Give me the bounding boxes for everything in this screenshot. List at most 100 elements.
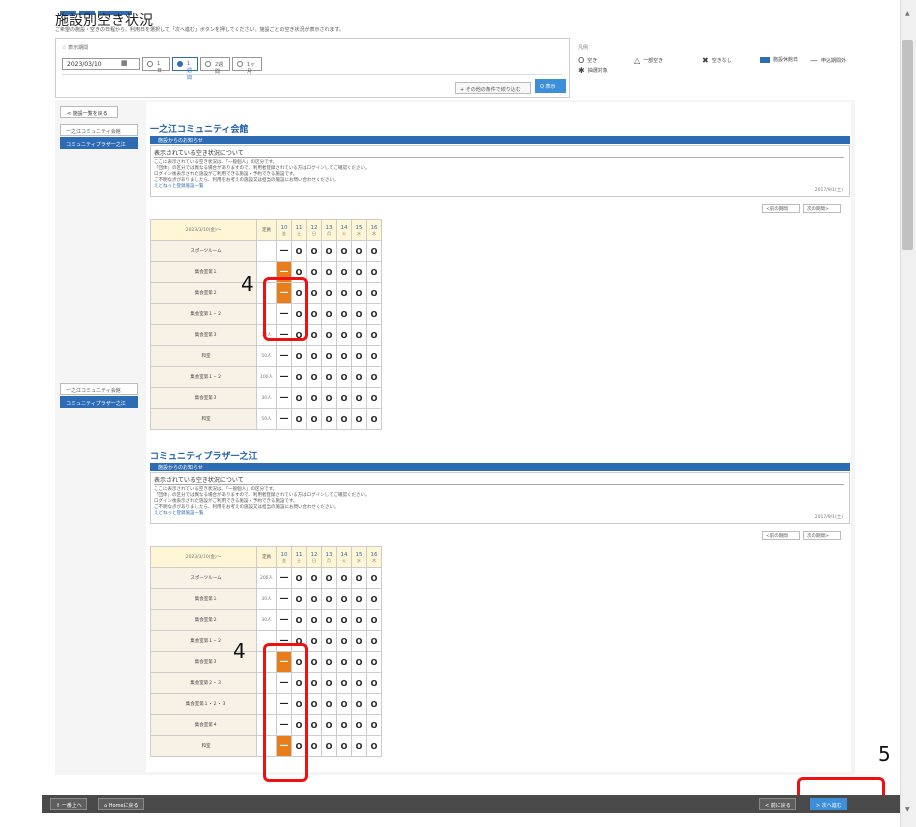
availability-cell[interactable]: O bbox=[336, 588, 352, 610]
availability-cell[interactable]: O bbox=[366, 408, 382, 430]
availability-cell[interactable]: O bbox=[321, 693, 337, 715]
prev-period-button[interactable]: <前の期間 bbox=[762, 204, 800, 213]
notice-link[interactable]: えどねっと登録施設一覧 bbox=[154, 511, 794, 517]
availability-cell[interactable]: O bbox=[351, 588, 367, 610]
availability-cell[interactable]: O bbox=[321, 609, 337, 631]
availability-cell[interactable]: — bbox=[276, 345, 292, 367]
availability-cell[interactable]: O bbox=[336, 408, 352, 430]
availability-cell[interactable]: O bbox=[306, 588, 322, 610]
availability-cell[interactable]: O bbox=[291, 345, 307, 367]
availability-cell[interactable]: O bbox=[366, 282, 382, 304]
availability-cell[interactable]: O bbox=[306, 714, 322, 736]
availability-cell[interactable]: O bbox=[306, 324, 322, 346]
availability-cell[interactable]: O bbox=[336, 345, 352, 367]
availability-cell[interactable]: O bbox=[351, 387, 367, 409]
availability-cell[interactable]: O bbox=[306, 345, 322, 367]
availability-cell[interactable]: O bbox=[321, 282, 337, 304]
availability-cell[interactable]: O bbox=[291, 408, 307, 430]
availability-cell[interactable]: — bbox=[276, 366, 292, 388]
availability-cell[interactable]: O bbox=[366, 240, 382, 262]
availability-cell[interactable]: O bbox=[351, 345, 367, 367]
filter-button[interactable]: + その他の条件で絞り込む bbox=[455, 82, 531, 94]
availability-cell[interactable]: O bbox=[366, 630, 382, 652]
availability-cell[interactable]: O bbox=[366, 651, 382, 673]
availability-cell[interactable]: O bbox=[291, 609, 307, 631]
availability-cell[interactable]: O bbox=[351, 408, 367, 430]
availability-cell[interactable]: O bbox=[306, 567, 322, 589]
availability-cell[interactable]: O bbox=[351, 693, 367, 715]
availability-cell[interactable]: O bbox=[336, 261, 352, 283]
availability-cell[interactable]: O bbox=[351, 261, 367, 283]
sidebar-item[interactable]: 一之江コミュニティ会館 bbox=[60, 124, 138, 136]
availability-cell[interactable]: O bbox=[351, 282, 367, 304]
availability-cell[interactable]: O bbox=[336, 651, 352, 673]
availability-cell[interactable]: O bbox=[291, 588, 307, 610]
availability-cell[interactable]: O bbox=[321, 588, 337, 610]
availability-cell[interactable]: O bbox=[321, 345, 337, 367]
availability-cell[interactable]: O bbox=[306, 261, 322, 283]
availability-cell[interactable]: O bbox=[366, 609, 382, 631]
availability-cell[interactable]: O bbox=[336, 303, 352, 325]
availability-cell[interactable]: O bbox=[351, 672, 367, 694]
availability-cell[interactable]: O bbox=[366, 345, 382, 367]
availability-cell[interactable]: O bbox=[351, 651, 367, 673]
availability-cell[interactable]: O bbox=[366, 735, 382, 757]
availability-cell[interactable]: O bbox=[306, 630, 322, 652]
availability-cell[interactable]: — bbox=[276, 588, 292, 610]
availability-cell[interactable]: O bbox=[321, 366, 337, 388]
availability-cell[interactable]: O bbox=[321, 651, 337, 673]
prev-button[interactable]: < 前に戻る bbox=[759, 798, 796, 810]
availability-cell[interactable]: O bbox=[306, 387, 322, 409]
availability-cell[interactable]: O bbox=[321, 240, 337, 262]
availability-cell[interactable]: O bbox=[366, 693, 382, 715]
availability-cell[interactable]: O bbox=[336, 282, 352, 304]
availability-cell[interactable]: O bbox=[321, 324, 337, 346]
availability-cell[interactable]: O bbox=[336, 735, 352, 757]
scroll-up-icon[interactable]: ▲ bbox=[905, 10, 910, 17]
availability-cell[interactable]: O bbox=[336, 240, 352, 262]
availability-cell[interactable]: O bbox=[291, 240, 307, 262]
availability-cell[interactable]: O bbox=[336, 630, 352, 652]
availability-cell[interactable]: O bbox=[321, 408, 337, 430]
scrollbar-thumb[interactable] bbox=[902, 40, 913, 250]
calendar-icon[interactable]: ▦ bbox=[121, 59, 128, 67]
availability-cell[interactable]: O bbox=[291, 567, 307, 589]
top-button[interactable]: ⇑ 一番上へ bbox=[50, 798, 87, 810]
availability-cell[interactable]: O bbox=[336, 324, 352, 346]
availability-cell[interactable]: O bbox=[336, 714, 352, 736]
availability-cell[interactable]: O bbox=[306, 651, 322, 673]
availability-cell[interactable]: O bbox=[306, 408, 322, 430]
period-option[interactable]: 2週間 bbox=[200, 57, 230, 75]
availability-cell[interactable]: O bbox=[351, 714, 367, 736]
availability-cell[interactable]: O bbox=[351, 630, 367, 652]
availability-cell[interactable]: O bbox=[351, 567, 367, 589]
availability-cell[interactable]: O bbox=[366, 387, 382, 409]
availability-cell[interactable]: O bbox=[306, 735, 322, 757]
availability-cell[interactable]: O bbox=[351, 324, 367, 346]
availability-cell[interactable]: O bbox=[351, 735, 367, 757]
prev-period-button[interactable]: <前の期間 bbox=[762, 531, 800, 540]
back-to-list-button[interactable]: < 施設一覧を戻る bbox=[60, 106, 118, 118]
availability-cell[interactable]: O bbox=[366, 324, 382, 346]
period-option[interactable]: 1日 bbox=[142, 57, 170, 74]
availability-cell[interactable]: O bbox=[321, 735, 337, 757]
availability-cell[interactable]: O bbox=[351, 303, 367, 325]
next-period-button[interactable]: 次の期間> bbox=[803, 204, 841, 213]
availability-cell[interactable]: O bbox=[321, 567, 337, 589]
availability-cell[interactable]: — bbox=[276, 240, 292, 262]
availability-cell[interactable]: O bbox=[306, 366, 322, 388]
period-option[interactable]: 1週間 bbox=[172, 57, 198, 81]
availability-cell[interactable]: O bbox=[321, 303, 337, 325]
sidebar-item[interactable]: 一之江コミュニティ会館 bbox=[60, 383, 138, 395]
availability-cell[interactable]: O bbox=[336, 567, 352, 589]
availability-cell[interactable]: O bbox=[306, 240, 322, 262]
availability-cell[interactable]: — bbox=[276, 387, 292, 409]
sidebar-item[interactable]: コミュニティプラザ一之江 bbox=[60, 137, 138, 149]
date-input[interactable]: 2023/03/10 ▦ bbox=[62, 58, 140, 70]
availability-cell[interactable]: O bbox=[366, 366, 382, 388]
availability-cell[interactable]: O bbox=[306, 609, 322, 631]
availability-cell[interactable]: O bbox=[291, 387, 307, 409]
availability-cell[interactable]: O bbox=[366, 672, 382, 694]
availability-cell[interactable]: O bbox=[366, 714, 382, 736]
home-button[interactable]: ⌂ Homeに戻る bbox=[98, 798, 144, 810]
